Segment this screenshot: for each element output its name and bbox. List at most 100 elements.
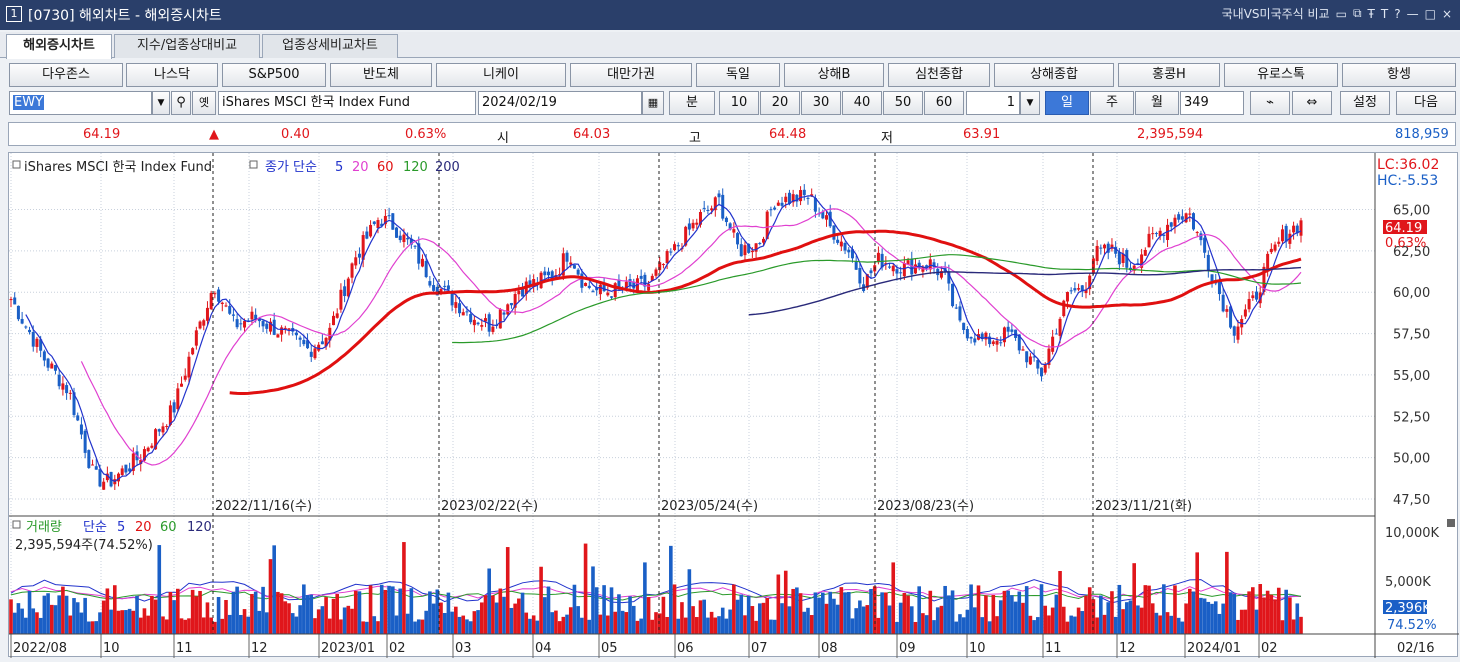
close-icon[interactable]: × bbox=[1442, 7, 1452, 21]
market-taiwan-button[interactable]: 대만가권 bbox=[570, 63, 692, 87]
volume-bar bbox=[279, 593, 284, 634]
volume-bar bbox=[635, 620, 640, 634]
vol-menu-icon[interactable] bbox=[1447, 519, 1455, 527]
tab-index-compare[interactable]: 지수/업종상대비교 bbox=[114, 34, 260, 58]
volume-bar bbox=[769, 619, 773, 634]
candle-body bbox=[1073, 288, 1077, 291]
volume-bar bbox=[858, 600, 862, 634]
candle-body bbox=[350, 263, 354, 278]
spin-dropdown-icon[interactable]: ▼ bbox=[1020, 91, 1040, 115]
candle-body bbox=[209, 293, 213, 310]
volume-bar bbox=[617, 594, 621, 634]
chart-style-icon[interactable]: ⌁ bbox=[1250, 91, 1290, 115]
pin-icon[interactable]: Ŧ bbox=[1368, 7, 1375, 21]
market-germany-button[interactable]: 독일 bbox=[696, 63, 780, 87]
candle-body bbox=[150, 445, 154, 448]
candle-body bbox=[309, 351, 313, 357]
min-20-button[interactable]: 20 bbox=[760, 91, 800, 115]
min-50-button[interactable]: 50 bbox=[883, 91, 923, 115]
tab-sector-compare[interactable]: 업종상세비교차트 bbox=[262, 34, 398, 58]
market-shanghai-b-button[interactable]: 상해B bbox=[784, 63, 884, 87]
history-icon[interactable]: 옛 bbox=[192, 91, 216, 115]
candle-body bbox=[654, 269, 658, 276]
period-week-button[interactable]: 주 bbox=[1090, 91, 1134, 115]
market-shenzhen-button[interactable]: 심천종합 bbox=[888, 63, 990, 87]
volume-bar bbox=[620, 610, 625, 634]
volume-bar bbox=[1110, 591, 1114, 634]
market-dow-button[interactable]: 다우존스 bbox=[9, 63, 123, 87]
settings-button[interactable]: 설정 bbox=[1340, 91, 1390, 115]
symbol-dropdown-icon[interactable]: ▼ bbox=[152, 91, 170, 115]
volume-bar bbox=[1095, 617, 1099, 634]
vol-label: 거래량 bbox=[26, 520, 62, 535]
volume-bar bbox=[224, 599, 228, 634]
volume-bar bbox=[720, 607, 725, 634]
maximize-icon[interactable]: □ bbox=[1425, 7, 1436, 21]
minimize-icon[interactable]: — bbox=[1407, 7, 1419, 21]
min-30-button[interactable]: 30 bbox=[801, 91, 841, 115]
help-icon[interactable]: ? bbox=[1394, 7, 1400, 21]
volume-bar bbox=[754, 620, 758, 634]
candle-body bbox=[450, 292, 454, 306]
minute-button[interactable]: 분 bbox=[669, 91, 715, 115]
font-icon[interactable]: T bbox=[1381, 7, 1388, 21]
market-shanghai-button[interactable]: 상해종합 bbox=[994, 63, 1114, 87]
volume-bar bbox=[428, 591, 432, 634]
spin-input[interactable]: 1 bbox=[966, 91, 1020, 115]
volume-bar bbox=[987, 621, 992, 634]
calendar-icon[interactable]: ▦ bbox=[642, 91, 664, 115]
volume-bar bbox=[1124, 602, 1129, 634]
x-axis-label: 12 bbox=[251, 641, 268, 656]
market-nasdaq-button[interactable]: 나스닥 bbox=[126, 63, 218, 87]
volume-bar bbox=[61, 586, 65, 634]
volume-bar bbox=[669, 545, 673, 634]
restore-icon[interactable]: ▭ bbox=[1336, 7, 1347, 21]
volume-bar bbox=[64, 595, 69, 634]
period-day-button[interactable]: 일 bbox=[1045, 91, 1089, 115]
candle-body bbox=[239, 323, 243, 325]
min-10-button[interactable]: 10 bbox=[719, 91, 759, 115]
symbol-input[interactable]: EWY bbox=[9, 91, 152, 115]
candle-body bbox=[346, 278, 350, 297]
tile-icon[interactable]: ⧉ bbox=[1353, 6, 1362, 21]
volume-bar bbox=[598, 614, 603, 634]
market-semi-button[interactable]: 반도체 bbox=[330, 63, 432, 87]
period-month-button[interactable]: 월 bbox=[1135, 91, 1179, 115]
candle-body bbox=[35, 338, 39, 347]
volume-bar bbox=[450, 611, 454, 634]
market-hsce-button[interactable]: 홍콩H bbox=[1118, 63, 1220, 87]
volume-bar bbox=[305, 595, 310, 634]
candle-body bbox=[732, 229, 736, 233]
count-input[interactable]: 349 bbox=[1180, 91, 1244, 115]
compare-link[interactable]: 국내VS미국주식 비교 bbox=[1222, 5, 1330, 22]
volume-bar bbox=[320, 606, 325, 634]
search-icon[interactable]: ⚲ bbox=[171, 91, 191, 115]
volume-bar bbox=[1017, 591, 1022, 634]
min-60-button[interactable]: 60 bbox=[924, 91, 964, 115]
title-bar: 1 [0730] 해외차트 - 해외증시차트 국내VS미국주식 비교 ▭ ⧉ Ŧ… bbox=[0, 0, 1460, 30]
volume-bar bbox=[31, 608, 36, 634]
market-nikkei-button[interactable]: 니케이 bbox=[436, 63, 566, 87]
volume-bar bbox=[568, 607, 573, 634]
candle-body bbox=[446, 285, 450, 290]
volume-bar bbox=[365, 621, 369, 634]
market-hangseng-button[interactable]: 항셍 bbox=[1342, 63, 1456, 87]
min-40-button[interactable]: 40 bbox=[842, 91, 882, 115]
volume-bar bbox=[535, 620, 540, 634]
date-input[interactable]: 2024/02/19 bbox=[478, 91, 642, 115]
volume-bar bbox=[505, 547, 510, 634]
vol-tick-10000k: 10,000K bbox=[1385, 526, 1439, 541]
candle-body bbox=[28, 329, 32, 333]
price-chart[interactable]: iShares MSCI 한국 Index Fund 종가 단순 5 20 60… bbox=[8, 152, 1459, 658]
market-sp500-button[interactable]: S&P500 bbox=[222, 63, 326, 87]
ma-label: 종가 단순 bbox=[265, 160, 317, 175]
candle-style-icon[interactable]: ⇔ bbox=[1292, 91, 1332, 115]
candle-body bbox=[1199, 233, 1203, 241]
candle-body bbox=[287, 328, 291, 330]
volume-bar bbox=[261, 586, 265, 634]
next-button[interactable]: 다음 bbox=[1396, 91, 1456, 115]
volume-bar bbox=[205, 602, 210, 634]
tab-overseas-chart[interactable]: 해외증시차트 bbox=[6, 34, 112, 59]
market-eurostoxx-button[interactable]: 유로스톡 bbox=[1224, 63, 1338, 87]
candle-body bbox=[472, 319, 476, 326]
